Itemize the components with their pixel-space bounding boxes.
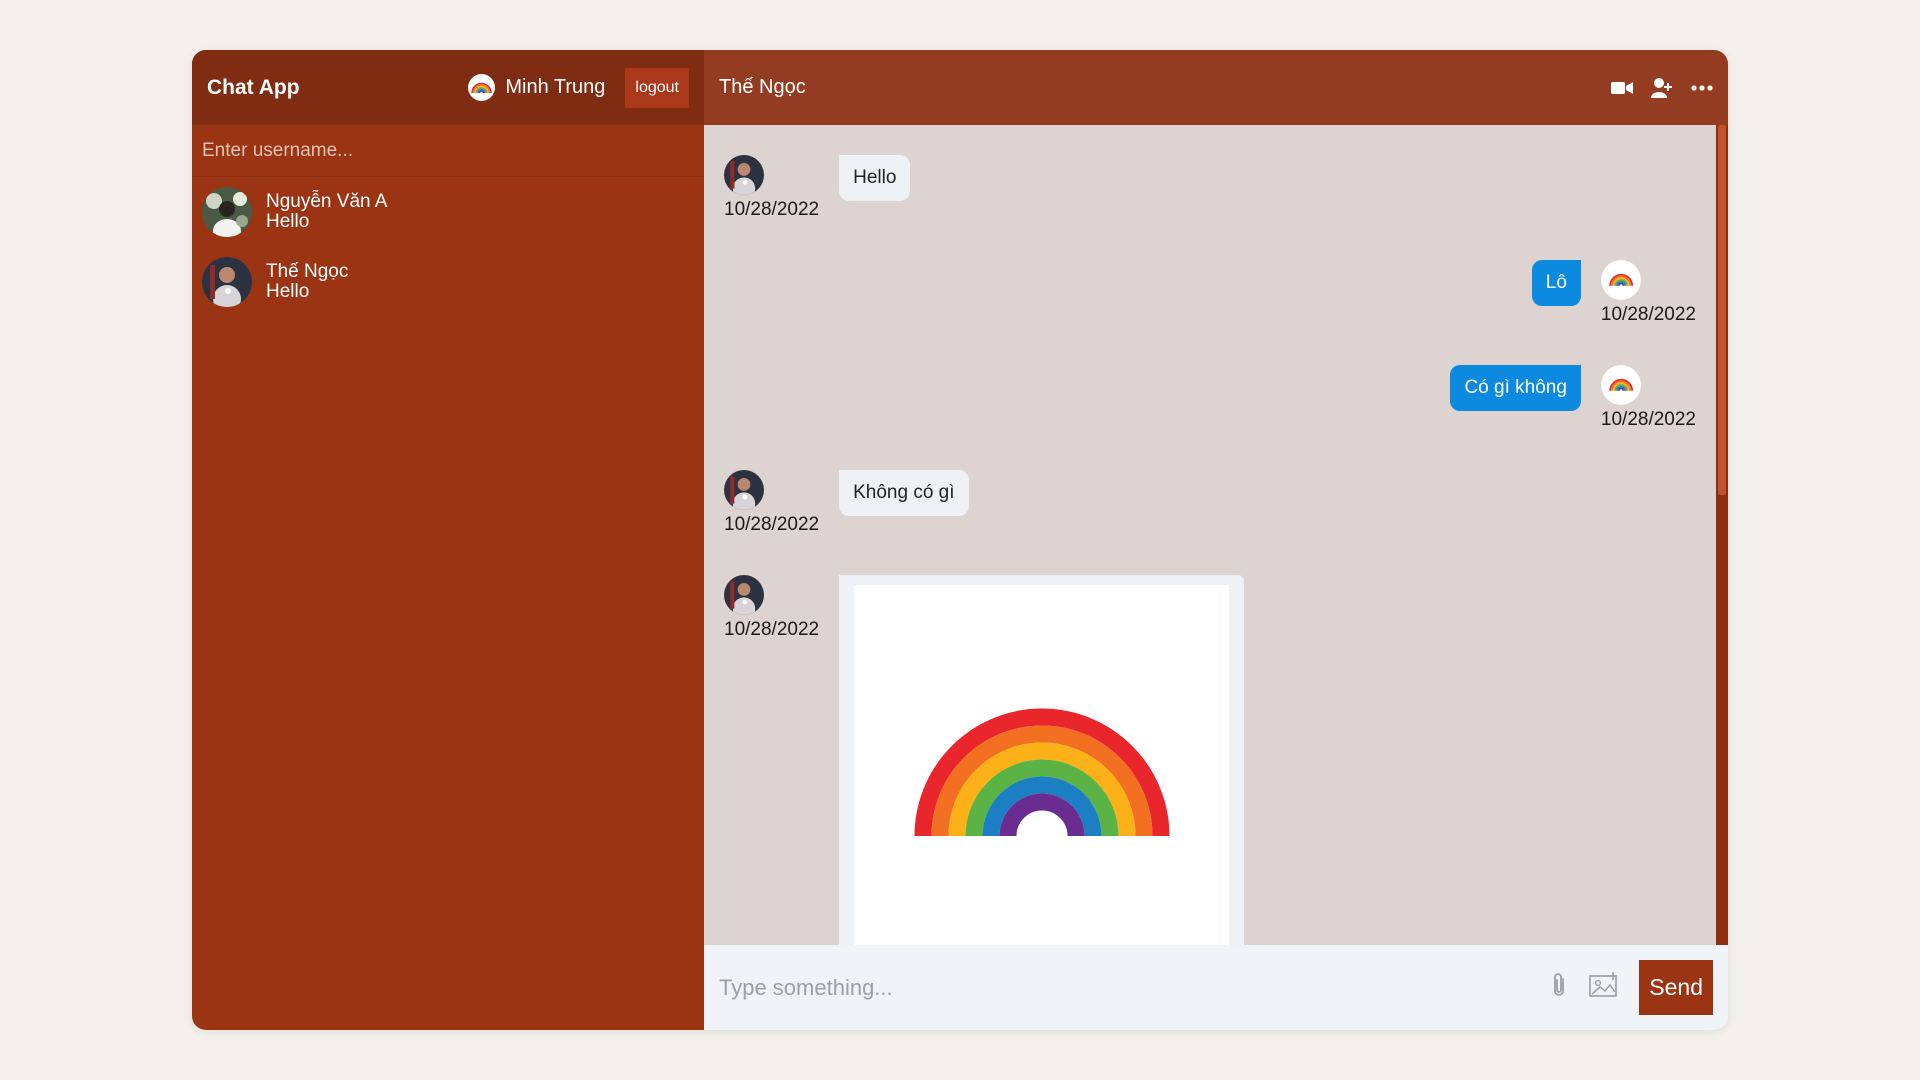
message: 10/28/2022 Không có gì — [724, 470, 1696, 550]
sender-avatar — [1600, 260, 1641, 300]
message-date: 10/28/2022 — [724, 514, 820, 535]
current-user: Minh Trung logout — [468, 67, 689, 108]
app-title: Chat App — [207, 75, 300, 99]
current-user-name: Minh Trung — [505, 76, 606, 98]
contact-avatar — [202, 257, 252, 307]
contact-item[interactable]: Nguyễn Văn A Hello — [192, 177, 704, 247]
message: 10/28/2022 — [724, 575, 1696, 945]
username-search-input[interactable] — [202, 139, 694, 162]
contact-avatar — [202, 187, 252, 237]
logout-button[interactable]: logout — [625, 67, 689, 108]
message-image[interactable] — [839, 575, 1245, 945]
contact-last-message: Hello — [266, 281, 310, 302]
message-bubble: Không có gì — [839, 470, 969, 516]
chat-panel: Thế Ngọc 10/28/2022 Hello 10/28/2022 Lô … — [704, 50, 1728, 1030]
contact-list: Nguyễn Văn A Hello Thế Ngọc Hello — [192, 177, 704, 317]
contact-name: Thế Ngọc — [266, 261, 349, 282]
contact-name: Nguyễn Văn A — [266, 191, 388, 212]
scrollbar-thumb[interactable] — [1718, 125, 1726, 495]
chat-app-window: Chat App Minh Trung logout Enter usernam… — [192, 50, 1728, 1030]
sender-avatar — [724, 470, 764, 510]
rainbow-icon — [471, 82, 493, 93]
sidebar-header: Chat App Minh Trung logout — [192, 50, 704, 125]
message-bubble: Lô — [1531, 260, 1581, 306]
sidebar: Chat App Minh Trung logout Enter usernam… — [192, 50, 704, 1030]
message-date: 10/28/2022 — [724, 199, 820, 220]
more-icon[interactable] — [1691, 84, 1713, 91]
message-bubble: Hello — [839, 155, 911, 201]
contact-last-message: Hello — [266, 211, 310, 232]
contact-item[interactable]: Thế Ngọc Hello — [192, 247, 704, 317]
user-search — [192, 125, 704, 177]
chat-header: Thế Ngọc — [704, 50, 1728, 125]
chat-title: Thế Ngọc — [719, 76, 806, 98]
sender-avatar — [724, 575, 764, 615]
message-list: 10/28/2022 Hello 10/28/2022 Lô 10/28/202… — [704, 125, 1716, 945]
chat-header-icons — [1611, 77, 1713, 98]
message-owner: 10/28/2022 Có gì không — [724, 365, 1696, 445]
message: 10/28/2022 Hello — [724, 155, 1696, 235]
message-bubble: Có gì không — [1450, 365, 1581, 411]
rainbow-image — [914, 708, 1170, 837]
paperclip-icon[interactable] — [1551, 971, 1567, 1004]
messages-area: 10/28/2022 Hello 10/28/2022 Lô 10/28/202… — [704, 125, 1728, 945]
current-user-avatar — [468, 74, 496, 101]
messages-scrollbar[interactable] — [1716, 125, 1728, 945]
message-owner: 10/28/2022 Lô — [724, 260, 1696, 340]
video-camera-icon[interactable] — [1611, 80, 1633, 96]
add-user-icon[interactable] — [1651, 77, 1673, 98]
sender-avatar — [724, 155, 764, 195]
message-input-bar: Send — [704, 945, 1728, 1030]
message-input[interactable] — [719, 974, 1552, 1001]
message-date: 10/28/2022 — [1600, 304, 1696, 325]
image-icon[interactable] — [1589, 972, 1619, 1003]
send-button[interactable]: Send — [1639, 960, 1713, 1015]
sender-avatar — [1600, 365, 1641, 405]
message-date: 10/28/2022 — [1600, 409, 1696, 430]
message-date: 10/28/2022 — [724, 619, 820, 640]
